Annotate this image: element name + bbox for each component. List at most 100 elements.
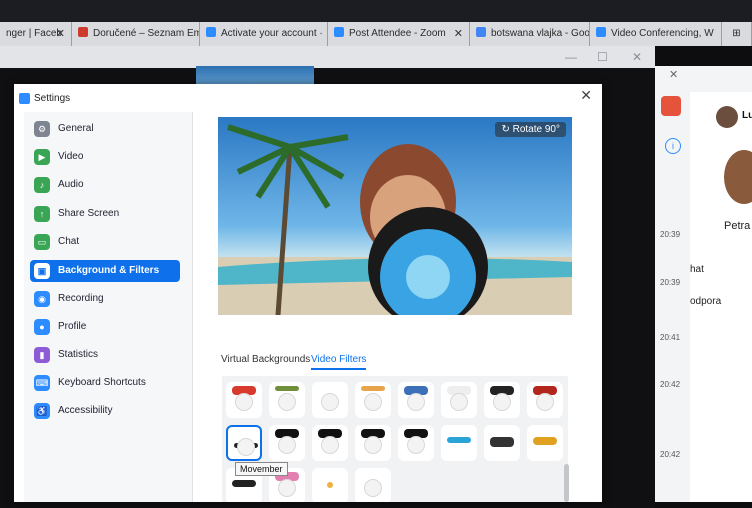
browser-tab-label: botswana vlajka - Goo [491,28,590,39]
browser-tab[interactable]: Video Conferencing, W [590,22,722,46]
antenna-icon [275,386,299,391]
close-icon[interactable]: ✕ [580,87,592,104]
contact-avatar [724,150,752,204]
zoom-icon [206,27,216,37]
filter-item[interactable] [441,425,477,461]
face-icon [536,393,554,411]
filter-grid [222,376,568,502]
filter-item[interactable] [269,425,305,461]
filter-item[interactable] [355,382,391,418]
face-icon [278,393,296,411]
face-icon [493,393,511,411]
sidebar-item-label: Chat [58,236,80,247]
sparkle-icon [361,386,385,391]
sidebar-item-profile[interactable]: ● Profile [30,316,180,338]
preview-scene [218,124,572,315]
filter-item[interactable] [441,382,477,418]
background-icon: ▣ [34,263,50,279]
message-time: 20:39 [660,278,681,287]
browser-tab[interactable]: Activate your account · [200,22,328,46]
face-icon [364,393,382,411]
face-icon [450,393,468,411]
gear-icon: ⚙ [34,121,50,137]
filter-item[interactable] [398,382,434,418]
tab-virtual-backgrounds[interactable]: Virtual Backgrounds [221,354,310,365]
vr-headset-icon [490,437,514,447]
headphones-icon: ♪ [34,177,50,193]
browser-tab-label: Video Conferencing, W [611,28,714,39]
rotate-label: Rotate 90° [512,124,560,135]
sidebar-item-video[interactable]: ▶ Video [30,146,180,168]
sidebar-item-audio[interactable]: ♪ Audio [30,174,180,196]
sidebar-item-accessibility[interactable]: ♿ Accessibility [30,400,180,422]
filter-item[interactable] [269,382,305,418]
sidebar-item-chat[interactable]: ▭ Chat [30,231,180,253]
message-text: hat [690,264,704,275]
filter-item[interactable] [484,425,520,461]
sidebar-item-keyboard-shortcuts[interactable]: ⌨ Keyboard Shortcuts [30,372,180,394]
info-icon[interactable]: i [665,138,681,154]
face-icon [278,436,296,454]
face-icon [321,436,339,454]
sidebar-item-statistics[interactable]: ▮ Statistics [30,344,180,366]
close-icon[interactable]: ✕ [56,22,65,46]
filter-item[interactable] [527,425,563,461]
rotate-button[interactable]: ↻ Rotate 90° [495,122,566,137]
tab-video-filters[interactable]: Video Filters [311,354,367,370]
message-text: odpora [690,296,722,307]
avatar [716,106,738,128]
sidebar-item-label: Background & Filters [58,265,160,276]
message-time: 20:39 [660,230,681,239]
filter-item[interactable] [355,468,391,502]
message-time: 20:41 [660,333,681,342]
filter-item[interactable] [226,382,262,418]
sidebar-item-background-filters[interactable]: ▣ Background & Filters [30,260,180,282]
zoom-logo-icon [19,93,30,104]
filter-item[interactable] [484,382,520,418]
share-screen-icon: ↑ [34,206,50,222]
face-icon [364,479,382,497]
sidebar-item-general[interactable]: ⚙ General [30,118,180,140]
minimize-icon[interactable]: — [565,46,577,68]
close-icon[interactable]: ✕ [632,46,642,68]
filter-item[interactable] [527,382,563,418]
chat-content: Lu Petra hat odpora [690,92,752,502]
sidebar-item-label: Video [58,151,84,162]
face-icon [235,393,253,411]
camera-preview: ↻ Rotate 90° [218,117,572,315]
face-icon [321,393,339,411]
filter-item[interactable] [398,425,434,461]
maximize-icon[interactable]: ☐ [597,46,608,68]
filter-item[interactable] [312,382,348,418]
filter-item[interactable] [312,425,348,461]
contact-name: Petra [724,220,751,232]
seznam-icon [78,27,88,37]
filter-item[interactable] [312,468,348,502]
filter-item-movember[interactable] [226,425,262,461]
sidebar-item-label: Audio [58,179,84,190]
sidebar-item-share-screen[interactable]: ↑ Share Screen [30,203,180,225]
accessibility-icon: ♿ [34,403,50,419]
browser-tab[interactable]: botswana vlajka - Goo [470,22,590,46]
filter-item[interactable] [355,425,391,461]
browser-tab[interactable]: Post Attendee - Zoom ✕ [328,22,470,46]
chat-icon: ▭ [34,234,50,250]
browser-tab-strip: nger | Faceb ✕ Doručené – Seznam Em Activ… [0,0,752,46]
face-icon [407,393,425,411]
browser-tab[interactable]: Doručené – Seznam Em [72,22,200,46]
sidebar-item-label: Share Screen [58,208,120,219]
scrollbar[interactable] [564,464,569,502]
sidebar-item-label: Accessibility [58,405,113,416]
new-tab-button[interactable]: ⊞ [722,22,752,46]
video-icon: ▶ [34,149,50,165]
sidebar-item-recording[interactable]: ◉ Recording [30,288,180,310]
tooltip: Movember [235,462,288,476]
browser-tab[interactable]: nger | Faceb ✕ [0,22,72,46]
face-icon [278,479,296,497]
face-icon [364,436,382,454]
profile-icon: ● [34,319,50,335]
settings-dialog: Settings ✕ ⚙ General ▶ Video ♪ Audio ↑ S… [14,84,602,502]
message-time: 20:42 [660,450,681,459]
close-icon[interactable]: ✕ [454,22,463,46]
close-icon[interactable]: ✕ [669,68,678,81]
